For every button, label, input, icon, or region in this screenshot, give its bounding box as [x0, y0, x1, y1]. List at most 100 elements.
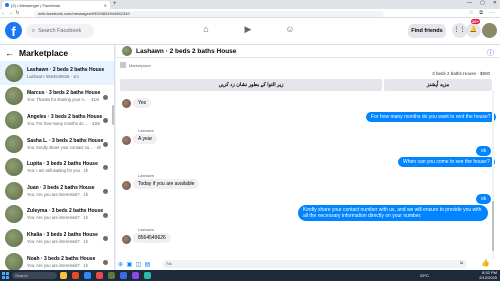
avatar: [5, 228, 23, 247]
conversation-name: Khalia · 3 beds 2 baths House: [27, 231, 98, 238]
extensions-icon[interactable]: ⧉: [479, 10, 483, 16]
info-icon[interactable]: ⓘ: [487, 48, 494, 58]
sidebar-scrollbar[interactable]: [112, 105, 114, 125]
conversation-text: Lashawn · 2 beds 2 baths House Lashawn: 8…: [27, 67, 114, 79]
start-icon[interactable]: [2, 272, 9, 279]
taskbar-apps: [60, 272, 151, 279]
conversation-item[interactable]: Noah · 3 beds 2 baths House You: Are you …: [0, 250, 114, 270]
listing-card: Marketplace 2 beds 2 baths House · $900: [120, 62, 494, 79]
apps-menu-icon[interactable]: ⋮⋮: [452, 23, 467, 38]
conversation-item[interactable]: Marcus · 3 beds 2 baths House You: Thanks…: [0, 85, 114, 109]
marketplace-label: Marketplace: [129, 63, 151, 68]
system-clock[interactable]: 8:32 PM 2/12/2025: [479, 270, 497, 280]
chrome-icon[interactable]: [72, 272, 79, 279]
gif-icon[interactable]: ▤: [143, 261, 152, 268]
sender-name: Lashawn: [138, 227, 155, 232]
conversation-name: Noah · 3 beds 2 baths House: [27, 255, 96, 262]
sender-avatar: [122, 181, 131, 190]
avatar: [5, 252, 23, 270]
sender-name: Lashawn: [138, 128, 155, 133]
browser-tab[interactable]: (2) • Messenger | Facebook ✕: [2, 1, 110, 9]
seen-avatar: [103, 259, 108, 265]
conversation-preview: You: I am still waiting for you · 1h: [27, 168, 89, 174]
conversation-name: Marcus · 3 beds 2 baths House: [27, 90, 101, 97]
message-bubble: 8564549626: [133, 233, 171, 243]
notifications-icon[interactable]: 🔔: [466, 23, 481, 38]
sidebar-header: ← Marketplace: [0, 45, 114, 61]
chat-panel: Lashawn · 2 beds 2 baths House ⓘ Marketp…: [116, 45, 500, 270]
conversation-text: Khalia · 3 beds 2 baths House You: Are yo…: [27, 232, 114, 244]
avatar: [5, 181, 23, 200]
add-icon[interactable]: ⊕: [116, 261, 125, 268]
conversation-item[interactable]: Khalia · 3 beds 2 baths House You: Are yo…: [0, 226, 114, 250]
message-input[interactable]: Aa: [162, 260, 467, 268]
marketplace-sidebar: ← Marketplace Lashawn · 2 beds 2 baths H…: [0, 45, 115, 270]
close-tab-icon[interactable]: ✕: [104, 3, 107, 8]
minimize-icon[interactable]: —: [467, 0, 472, 6]
arrow-left-icon[interactable]: ←: [5, 48, 14, 58]
app-icon[interactable]: [120, 272, 127, 279]
search-input[interactable]: ⌕ Search Facebook: [26, 24, 94, 38]
file-explorer-icon[interactable]: [60, 272, 67, 279]
listing-thumbnail[interactable]: [120, 62, 126, 68]
taskbar-search-input[interactable]: Search: [12, 272, 57, 279]
conversation-preview: You: Are you are interested? · 1h: [27, 215, 89, 221]
profile-avatar[interactable]: [482, 23, 497, 38]
menu-icon[interactable]: ⋯: [489, 10, 494, 16]
conversation-preview: You: Are you are interested? · 1h: [27, 262, 89, 268]
conversation-preview: You: Are you are interested? · 1h: [27, 191, 89, 197]
emoji-icon[interactable]: ☺: [459, 260, 464, 266]
video-icon[interactable]: ▶: [242, 24, 254, 35]
sticker-icon[interactable]: ◫: [134, 261, 143, 268]
windows-taskbar: Search 29°C 8:32 PM 2/12/2025: [0, 270, 500, 281]
home-icon[interactable]: ⌂: [200, 24, 212, 35]
groups-icon[interactable]: ☺: [284, 24, 296, 35]
close-window-icon[interactable]: ✕: [493, 0, 497, 6]
browser-tools: ☆ ⧉ ⋯: [469, 10, 494, 16]
app-icon[interactable]: [144, 272, 151, 279]
find-friends-button[interactable]: Find friends: [408, 24, 446, 38]
avatar: [5, 63, 23, 82]
window-controls: — ▢ ✕: [467, 0, 497, 6]
chat-scrollbar[interactable]: [492, 91, 494, 259]
forward-icon[interactable]: →: [7, 10, 14, 16]
conversation-item[interactable]: Lupita · 3 beds 2 baths House You: I am s…: [0, 155, 114, 179]
listing-actions: زیر التوا کے بطور نشان زد کریں مزید اُپش…: [120, 79, 492, 91]
app-icon[interactable]: [132, 272, 139, 279]
conversation-text: Marcus · 3 beds 2 baths House You: Thanks…: [27, 90, 114, 102]
star-icon[interactable]: ☆: [469, 10, 473, 16]
message-bubble: Today if you are available: [133, 179, 200, 189]
avatar: [5, 158, 23, 177]
back-icon[interactable]: ←: [0, 10, 7, 16]
conversation-item[interactable]: Juan · 3 beds 2 baths House You: Are you …: [0, 179, 114, 203]
url-field[interactable]: web.facebook.com/messages/t/905483494466…: [34, 10, 384, 17]
listing-price: 2 beds 2 baths House · $900: [432, 71, 490, 76]
chat-header: Lashawn · 2 beds 2 baths House ⓘ: [116, 45, 500, 58]
conversation-item[interactable]: Zuleyma · 3 beds 2 baths House You: Are y…: [0, 203, 114, 227]
conversation-name: Sasha L. · 3 beds 2 baths House: [27, 137, 104, 144]
conversation-item[interactable]: Sasha L. · 3 beds 2 baths House You: Kind…: [0, 132, 114, 156]
conversation-name: Lashawn · 2 beds 2 baths House: [27, 66, 105, 73]
chat-avatar[interactable]: [122, 46, 132, 56]
image-icon[interactable]: ▣: [125, 261, 134, 268]
maximize-icon[interactable]: ▢: [480, 0, 485, 6]
avatar: [5, 87, 23, 106]
app-icon[interactable]: [108, 272, 115, 279]
notification-badge: 20+: [471, 19, 480, 24]
app-icon[interactable]: [96, 272, 103, 279]
like-icon[interactable]: 👍: [481, 259, 490, 267]
chat-scroll-thumb[interactable]: [492, 201, 494, 251]
sender-avatar: [122, 99, 131, 108]
weather-widget[interactable]: 29°C: [420, 273, 429, 278]
conversation-text: Noah · 3 beds 2 baths House You: Are you …: [27, 256, 114, 268]
edge-icon[interactable]: [84, 272, 91, 279]
new-tab-icon[interactable]: +: [113, 1, 117, 7]
mark-pending-button[interactable]: زیر التوا کے بطور نشان زد کریں: [120, 79, 382, 91]
conversation-item[interactable]: Angeles · 3 beds 2 baths House You: For h…: [0, 108, 114, 132]
more-options-button[interactable]: مزید اُپشنز: [384, 79, 492, 91]
message-bubble: Yes: [133, 98, 152, 108]
conversation-item[interactable]: Lashawn · 2 beds 2 baths House Lashawn: 8…: [0, 61, 114, 85]
chat-title[interactable]: Lashawn · 2 beds 2 baths House: [136, 48, 236, 55]
reload-icon[interactable]: ↻: [14, 10, 21, 16]
facebook-logo-icon[interactable]: f: [5, 22, 22, 39]
